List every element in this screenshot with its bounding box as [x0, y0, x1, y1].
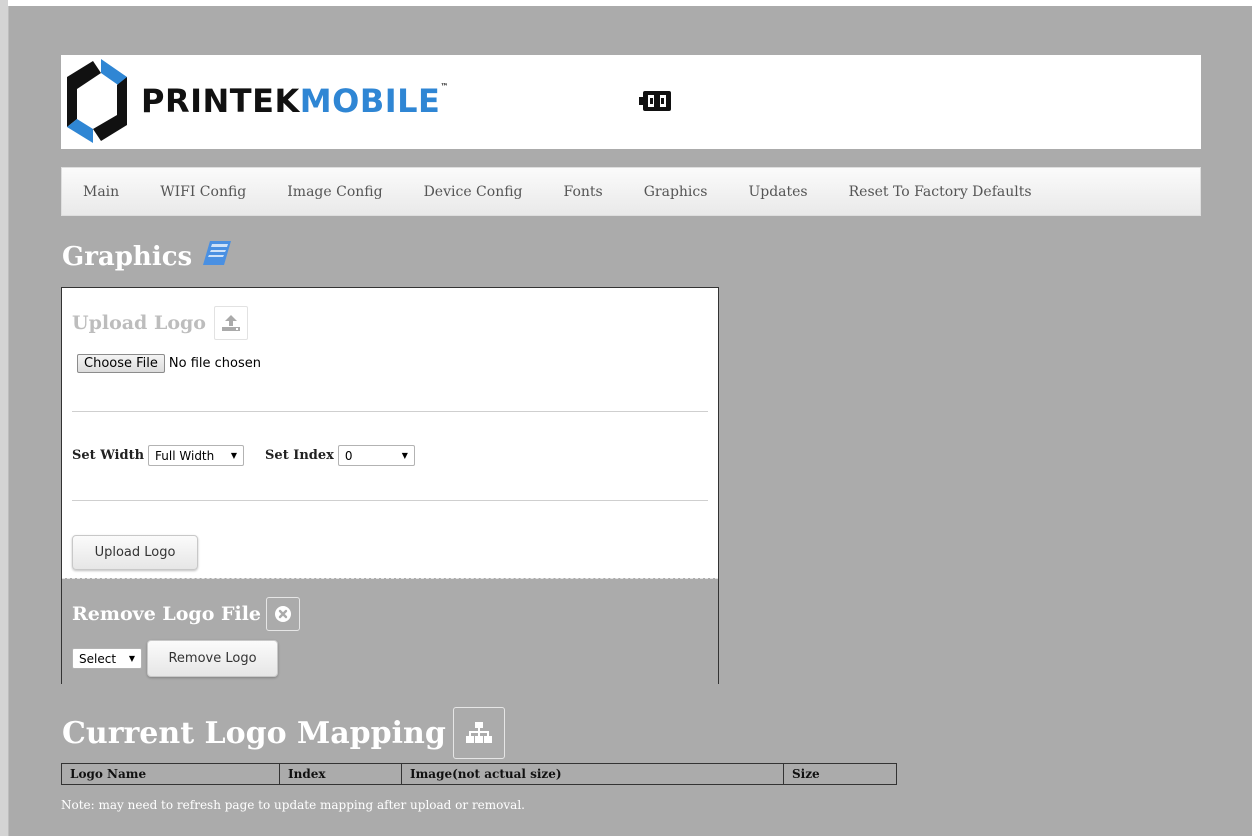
- set-index-label: Set Index: [265, 448, 334, 463]
- file-status-text: No file chosen: [168, 355, 261, 371]
- upload-icon: [213, 306, 248, 340]
- page-title: Graphics: [62, 240, 232, 273]
- graphics-panel: Upload Logo Choose File No file chosen S…: [61, 287, 719, 684]
- nav-item-main[interactable]: Main: [83, 184, 119, 200]
- set-width-value: Full Width: [155, 448, 215, 463]
- table-header-row: Logo Name Index Image(not actual size) S…: [61, 763, 897, 785]
- logo-mapping-heading-text: Current Logo Mapping: [62, 715, 446, 751]
- nav-item-device-config[interactable]: Device Config: [424, 184, 523, 200]
- nav-item-image-config[interactable]: Image Config: [287, 184, 382, 200]
- sitemap-icon: [452, 707, 505, 759]
- nav-item-reset-factory-defaults[interactable]: Reset To Factory Defaults: [849, 184, 1032, 200]
- chevron-down-icon: ▼: [230, 451, 238, 460]
- main-nav: Main WIFI Config Image Config Device Con…: [61, 167, 1201, 216]
- nav-item-graphics[interactable]: Graphics: [644, 184, 708, 200]
- remove-logo-heading: Remove Logo File: [72, 597, 301, 631]
- nav-item-wifi-config[interactable]: WIFI Config: [160, 184, 246, 200]
- brand-part-mobile: MOBILE: [299, 82, 441, 120]
- upload-logo-section: Upload Logo Choose File No file chosen S…: [62, 288, 718, 578]
- chevron-down-icon: ▼: [128, 654, 135, 663]
- column-header-image: Image(not actual size): [401, 763, 784, 785]
- battery-icon: [639, 90, 673, 116]
- upload-logo-heading-text: Upload Logo: [72, 312, 206, 334]
- set-width-label: Set Width: [72, 448, 145, 463]
- header-banner: PRINTEKMOBILE™: [61, 55, 1201, 149]
- brand-part-printek: PRINTEK: [141, 82, 300, 120]
- set-index-value: 0: [344, 448, 353, 463]
- brand-wordmark: PRINTEKMOBILE™: [141, 82, 449, 120]
- file-input[interactable]: Choose File No file chosen: [72, 347, 355, 379]
- book-icon[interactable]: [202, 240, 232, 273]
- set-index-select[interactable]: 0 ▼: [337, 445, 415, 466]
- upload-logo-heading: Upload Logo: [72, 306, 248, 340]
- printek-logo-icon: [67, 59, 127, 143]
- remove-logo-select[interactable]: Select ▼: [72, 648, 142, 669]
- column-header-size: Size: [783, 763, 897, 785]
- remove-logo-button[interactable]: Remove Logo: [147, 640, 278, 677]
- printek-logo: PRINTEKMOBILE™: [63, 57, 449, 145]
- logo-mapping-table: Logo Name Index Image(not actual size) S…: [61, 763, 897, 785]
- close-circle-icon: [266, 597, 301, 631]
- upload-logo-button[interactable]: Upload Logo: [72, 535, 198, 570]
- remove-logo-section: Remove Logo File Select ▼ Remove Logo: [62, 578, 718, 684]
- column-header-logo-name: Logo Name: [61, 763, 280, 785]
- choose-file-button[interactable]: Choose File: [77, 353, 165, 373]
- divider: [72, 500, 708, 501]
- column-header-index: Index: [279, 763, 402, 785]
- remove-logo-row: Select ▼ Remove Logo: [72, 640, 278, 677]
- divider: [72, 411, 708, 412]
- remove-logo-heading-text: Remove Logo File: [72, 603, 262, 625]
- nav-item-fonts[interactable]: Fonts: [564, 184, 603, 200]
- chevron-down-icon: ▼: [401, 451, 408, 460]
- logo-mapping-heading: Current Logo Mapping: [62, 707, 505, 759]
- logo-options-row: Set Width Full Width ▼ Set Index 0 ▼: [72, 445, 415, 466]
- page-title-text: Graphics: [62, 241, 193, 272]
- trademark-mark: ™: [440, 82, 449, 91]
- refresh-note: Note: may need to refresh page to update…: [61, 798, 525, 812]
- remove-logo-select-value: Select: [79, 651, 117, 666]
- window-top-strip: [8, 0, 1252, 6]
- window-left-edge: [0, 0, 9, 836]
- nav-item-updates[interactable]: Updates: [748, 184, 807, 200]
- set-width-select[interactable]: Full Width ▼: [148, 445, 245, 466]
